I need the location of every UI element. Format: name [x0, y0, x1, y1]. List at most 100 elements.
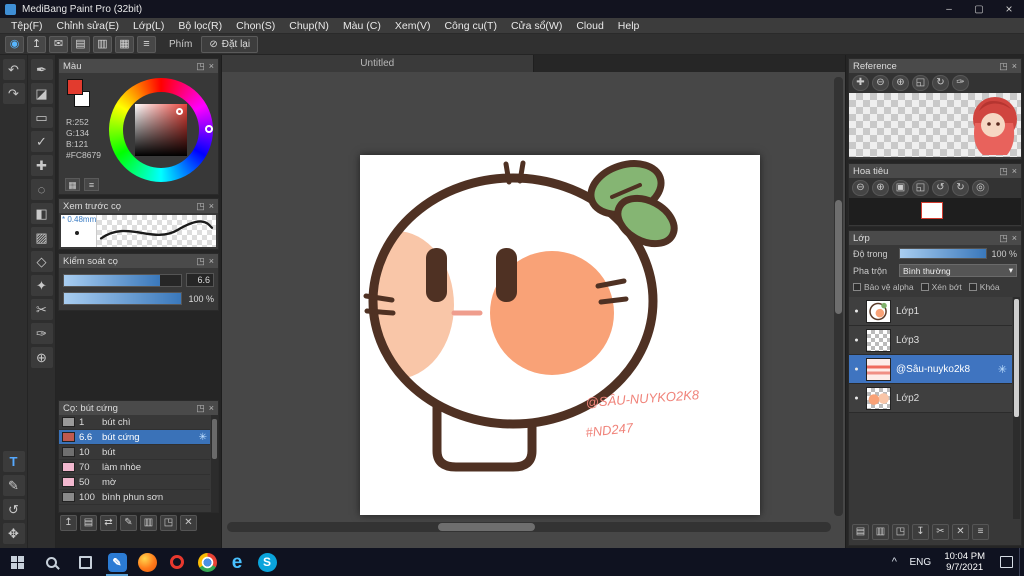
brush-item[interactable]: 6.6 bút cứng ✳ [59, 430, 210, 445]
hue-wheel[interactable] [109, 78, 213, 182]
list-icon[interactable]: ≡ [137, 35, 156, 53]
close-icon[interactable]: × [209, 201, 214, 212]
ref-eyedropper-icon[interactable]: ✑ [952, 75, 969, 91]
delete-brush-icon[interactable]: ✕ [180, 515, 197, 531]
edit-brush-icon[interactable]: ✎ [120, 515, 137, 531]
taskbar-app-firefox[interactable] [132, 548, 162, 576]
panel-icon[interactable]: ▥ [93, 35, 112, 53]
checkbox-icon[interactable] [920, 283, 929, 291]
tray-expand-icon[interactable]: ^ [884, 556, 904, 568]
rect-tool[interactable]: ▭ [30, 107, 53, 128]
close-icon[interactable]: × [1012, 166, 1017, 177]
ref-fit-icon[interactable]: ◱ [912, 75, 929, 91]
grid-icon[interactable]: ▦ [115, 35, 134, 53]
marquee-select-tool[interactable]: ◌ [30, 179, 53, 200]
layer-option-checkbox[interactable]: Khóa [968, 282, 1000, 292]
vertical-scrollbar[interactable] [834, 77, 843, 516]
text-tool[interactable]: T [2, 451, 25, 472]
nav-rotate-left-icon[interactable]: ↺ [932, 180, 949, 196]
menu-item[interactable]: Chọn(S) [229, 20, 282, 32]
reference-image-area[interactable] [849, 93, 1021, 157]
menu-item[interactable]: Bộ lọc(R) [171, 20, 229, 32]
checkbox-icon[interactable] [968, 283, 977, 291]
brush-item[interactable]: 100 bình phun sơn ✳ [59, 490, 210, 505]
popout-icon[interactable]: ◳ [196, 403, 205, 414]
nav-zoom-in-icon[interactable]: ⊕ [872, 180, 889, 196]
close-button[interactable]: × [994, 0, 1024, 18]
layer-row[interactable]: ● Lớp3 ✳ [849, 326, 1012, 355]
visibility-icon[interactable]: ● [852, 395, 861, 402]
brush-item[interactable]: 10 bút ✳ [59, 445, 210, 460]
brush-slider[interactable] [63, 273, 182, 287]
hue-indicator[interactable] [205, 125, 213, 133]
check-tool[interactable]: ✓ [30, 131, 53, 152]
artboard[interactable]: @SÂU-NUYKO2K8 #ND247 [360, 155, 760, 515]
layer-transfer-icon[interactable]: ✂ [932, 524, 949, 540]
snip-tool[interactable]: ✂ [30, 299, 53, 320]
palette-icon[interactable]: ▦ [65, 178, 80, 191]
hand-tool[interactable]: ✥ [2, 523, 25, 544]
start-button[interactable] [0, 548, 34, 576]
rotate-canvas-tool[interactable]: ↺ [2, 499, 25, 520]
close-icon[interactable]: × [209, 61, 214, 72]
delete-layer-icon[interactable]: ✕ [952, 524, 969, 540]
popout-icon[interactable]: ◳ [999, 166, 1008, 177]
minimize-button[interactable]: – [934, 0, 964, 18]
menu-item[interactable]: Cửa sổ(W) [504, 20, 569, 32]
layer-option-checkbox[interactable]: Xén bớt [920, 282, 962, 292]
close-icon[interactable]: × [209, 256, 214, 267]
nav-reset-icon[interactable]: ◎ [972, 180, 989, 196]
reset-button[interactable]: ⊘ Đặt lại [201, 35, 259, 53]
taskbar-app-chrome[interactable] [192, 548, 222, 576]
brush-transfer-icon[interactable]: ⇄ [100, 515, 117, 531]
visibility-icon[interactable]: ● [852, 337, 861, 344]
popout-icon[interactable]: ◳ [999, 61, 1008, 72]
bucket-tool[interactable]: ◧ [30, 203, 53, 224]
menu-item[interactable]: Tệp(F) [4, 20, 50, 32]
ref-rotate-icon[interactable]: ↻ [932, 75, 949, 91]
comment-icon[interactable]: ✉ [49, 35, 68, 53]
menu-item[interactable]: Chụp(N) [282, 20, 336, 32]
popout-icon[interactable]: ◳ [999, 233, 1008, 244]
select-pen-tool[interactable]: ✎ [2, 475, 25, 496]
pen-cursor-icon[interactable]: ◉ [5, 35, 24, 53]
ref-move-icon[interactable]: ✚ [852, 75, 869, 91]
ref-zoom-in-icon[interactable]: ⊕ [892, 75, 909, 91]
undo-tool[interactable]: ↶ [2, 59, 25, 80]
brush-item[interactable]: 50 mờ ✳ [59, 475, 210, 490]
visibility-icon[interactable]: ● [852, 366, 861, 373]
taskbar-app-medibang[interactable]: ✎ [102, 548, 132, 576]
add-brush-icon[interactable]: ▤ [80, 515, 97, 531]
layer-row[interactable]: ● @Sâu-nuyko2k8 ✳ [849, 355, 1012, 384]
foreground-color-swatch[interactable] [67, 79, 83, 95]
nav-fit-icon[interactable]: ◱ [912, 180, 929, 196]
eraser-tool[interactable]: ◪ [30, 83, 53, 104]
wand-tool[interactable]: ✦ [30, 275, 53, 296]
brush-tool[interactable]: ✒ [30, 59, 53, 80]
popout-icon[interactable]: ◳ [196, 61, 205, 72]
menu-item[interactable]: Xem(V) [388, 20, 438, 32]
action-center-button[interactable] [993, 548, 1019, 576]
brush-menu-icon[interactable]: ↥ [60, 515, 77, 531]
vscroll-handle[interactable] [835, 199, 842, 315]
layer-folder-icon[interactable]: ◳ [892, 524, 909, 540]
polygon-select-tool[interactable]: ◇ [30, 251, 53, 272]
note-icon[interactable]: ▤ [71, 35, 90, 53]
taskbar-app-skype[interactable]: S [252, 548, 282, 576]
hscroll-handle[interactable] [438, 523, 536, 531]
layer-list-scrollbar[interactable] [1013, 297, 1020, 519]
brush-item[interactable]: 70 làm nhòe ✳ [59, 460, 210, 475]
close-icon[interactable]: × [1012, 233, 1017, 244]
popout-icon[interactable]: ◳ [196, 256, 205, 267]
gradient-tool[interactable]: ▨ [30, 227, 53, 248]
brush-item[interactable]: 1 bút chì ✳ [59, 415, 210, 430]
show-desktop-button[interactable] [1019, 548, 1024, 576]
nav-zoom-100-icon[interactable]: ▣ [892, 180, 909, 196]
blend-mode-select[interactable]: Bình thường ▾ [899, 264, 1017, 277]
layer-row[interactable]: ● Lớp2 ✳ [849, 384, 1012, 413]
brush-slider[interactable] [63, 292, 182, 305]
layer-row[interactable]: ● Lớp1 ✳ [849, 297, 1012, 326]
redo-tool[interactable]: ↷ [2, 83, 25, 104]
sv-indicator[interactable] [176, 108, 183, 115]
color-sliders-icon[interactable]: ≡ [84, 178, 99, 191]
